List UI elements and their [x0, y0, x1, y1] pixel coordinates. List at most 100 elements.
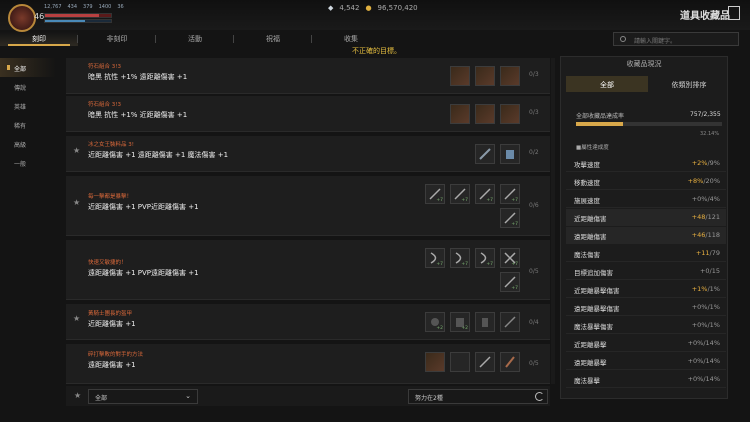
- favorite-star-icon[interactable]: ★: [73, 198, 80, 207]
- panel-title: 收藏品現況: [626, 60, 662, 68]
- row-count: 0/6: [529, 202, 539, 209]
- item-slot[interactable]: [450, 352, 470, 372]
- stat-bonus: +0%: [691, 303, 708, 311]
- item-slot[interactable]: [500, 312, 520, 332]
- collection-row[interactable]: ★ 冰之女王裝料品 3! 近距離傷害 +1 遠距離傷害 +1 魔法傷害 +1 0…: [66, 136, 550, 172]
- item-slot[interactable]: [425, 352, 445, 372]
- collection-book-icon[interactable]: [728, 6, 740, 20]
- stat-value: +0%/14%: [688, 339, 720, 347]
- stat-value: 1400: [98, 4, 112, 10]
- list-scrollbar[interactable]: [551, 58, 555, 384]
- sidebar-item-common[interactable]: 一般: [0, 153, 56, 172]
- stat-cap: /79: [709, 249, 720, 257]
- collection-row[interactable]: 符石組合 3!3 暗黑 抗性 +1% 遠距離傷害 +1 0/3: [66, 58, 550, 94]
- collection-row[interactable]: 碎打擊敗的對手的方法 遠距離傷害 +1 0/5: [66, 344, 550, 384]
- stat-bonus: +1%: [691, 285, 708, 293]
- mp-fill: [45, 20, 85, 22]
- item-slot[interactable]: +7: [475, 248, 495, 268]
- item-slot[interactable]: +2: [425, 312, 445, 332]
- item-slot[interactable]: [500, 104, 520, 124]
- stat-value: 434: [67, 4, 78, 10]
- item-slot[interactable]: [500, 66, 520, 86]
- refresh-icon[interactable]: [535, 392, 544, 401]
- item-slot[interactable]: [450, 66, 470, 86]
- stat-row: 近距離暴擊 +0%/14%: [566, 335, 726, 352]
- grade-filter-select[interactable]: 全部 ⌄: [88, 389, 198, 404]
- tab-engraved[interactable]: 刻印: [0, 32, 78, 46]
- row-effect: 暗黑 抗性 +1% 近距離傷害 +1: [88, 111, 188, 119]
- stat-bonus: +0%: [691, 195, 708, 203]
- item-slot[interactable]: +7: [475, 184, 495, 204]
- collection-row[interactable]: 符石組合 3!3 暗黑 抗性 +1% 近距離傷害 +1 0/3: [66, 96, 550, 132]
- tab-by-category[interactable]: 依類別排序: [648, 76, 730, 92]
- collection-row[interactable]: ★ 每一擊都是暴擊！ 近距離傷害 +1 PVP近距離傷害 +1 +7 +7 +7…: [66, 176, 550, 236]
- stat-row: 攻擊速度 +2%/9%: [566, 155, 726, 172]
- tab-blessing[interactable]: 祝福: [234, 32, 312, 46]
- stat-row: 移動速度 +8%/20%: [566, 173, 726, 190]
- sidebar-item-legendary[interactable]: 傳說: [0, 77, 56, 96]
- row-effect: 遠距離傷害 +1 PVP遠距離傷害 +1: [88, 269, 199, 277]
- search-input[interactable]: 請輸入關鍵字。: [613, 32, 739, 46]
- item-slot[interactable]: +7: [425, 248, 445, 268]
- item-slot[interactable]: +7: [450, 248, 470, 268]
- tab-label: 收集: [344, 35, 358, 43]
- item-slot[interactable]: [450, 104, 470, 124]
- item-slot[interactable]: +2: [450, 312, 470, 332]
- stat-cap: /15: [709, 267, 720, 275]
- row-effect: 近距離傷害 +1: [88, 320, 136, 328]
- item-slot[interactable]: [475, 312, 495, 332]
- row-category: 符石組合 3!3: [88, 102, 121, 108]
- row-effect: 暗黑 抗性 +1% 遠距離傷害 +1: [88, 73, 188, 81]
- collection-row[interactable]: ★ 黃騎士團長的盔甲 近距離傷害 +1 +2 +2 0/4: [66, 304, 550, 340]
- favorite-star-icon[interactable]: ★: [73, 146, 80, 155]
- favorite-star-icon[interactable]: ★: [73, 314, 80, 323]
- sword-icon: [479, 148, 491, 160]
- tab-all[interactable]: 全部: [566, 76, 648, 92]
- row-count: 0/5: [529, 268, 539, 275]
- item-slot[interactable]: +7: [500, 272, 520, 292]
- sidebar-item-rare[interactable]: 稀有: [0, 115, 56, 134]
- stat-cap: /1%: [707, 285, 720, 293]
- item-slot[interactable]: [475, 352, 495, 372]
- item-slot[interactable]: +7: [500, 248, 520, 268]
- player-avatar[interactable]: [8, 4, 36, 32]
- field-value: 努力在2種: [415, 395, 443, 402]
- progress-filter-field[interactable]: 努力在2種: [408, 389, 548, 404]
- favorite-filter-star-icon[interactable]: ★: [74, 391, 81, 400]
- sidebar-item-all[interactable]: 全部: [0, 58, 56, 77]
- enchant-level: +7: [461, 262, 468, 267]
- stat-cap: /1%: [707, 303, 720, 311]
- tab-event[interactable]: 活動: [156, 32, 234, 46]
- achievement-value: 757/2,355: [690, 111, 721, 118]
- sidebar-item-advanced[interactable]: 高級: [0, 134, 56, 153]
- stat-name: 魔法暴擊傷害: [574, 323, 613, 331]
- item-slot[interactable]: [475, 144, 495, 164]
- item-slot[interactable]: +7: [500, 184, 520, 204]
- item-slot[interactable]: [500, 352, 520, 372]
- stat-cap: /121: [705, 213, 720, 221]
- row-category: 快速又敏捷的！: [88, 260, 127, 266]
- enchant-level: +7: [461, 198, 468, 203]
- item-slot[interactable]: +7: [450, 184, 470, 204]
- search-placeholder: 請輸入關鍵字。: [634, 38, 677, 45]
- tab-label: 非刻印: [106, 35, 128, 43]
- stat-value: +0%/4%: [692, 195, 720, 203]
- stat-cap: /14%: [703, 357, 720, 365]
- select-value: 全部: [95, 395, 108, 402]
- item-slot[interactable]: [475, 104, 495, 124]
- category-tabs: 刻印 非刻印 活動 祝福 收集: [0, 32, 390, 46]
- stat-cap: /9%: [707, 159, 720, 167]
- stat-row: 近距離暴擊傷害 +1%/1%: [566, 281, 726, 298]
- collection-row[interactable]: 快速又敏捷的！ 遠距離傷害 +1 PVP遠距離傷害 +1 +7 +7 +7 +7…: [66, 240, 550, 300]
- item-slot[interactable]: [475, 66, 495, 86]
- stat-bonus: +46: [691, 231, 706, 239]
- tab-collect[interactable]: 收集: [312, 32, 390, 46]
- tab-non-engraved[interactable]: 非刻印: [78, 32, 156, 46]
- window-title: 道具收藏品: [680, 11, 730, 22]
- item-slot[interactable]: +7: [500, 208, 520, 228]
- row-effect: 遠距離傷害 +1: [88, 361, 136, 369]
- sidebar-item-heroic[interactable]: 英雄: [0, 96, 56, 115]
- item-slot[interactable]: +7: [425, 184, 445, 204]
- grade-sidebar: 全部 傳說 英雄 稀有 高級 一般: [0, 58, 56, 172]
- item-slot[interactable]: [500, 144, 520, 164]
